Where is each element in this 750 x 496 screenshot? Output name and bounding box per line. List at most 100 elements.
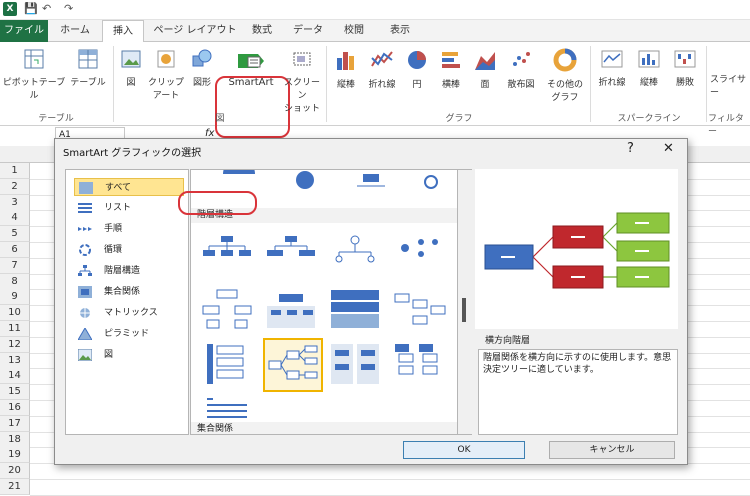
row-header[interactable]: 11 xyxy=(0,321,30,337)
category-matrix[interactable]: マトリックス xyxy=(74,304,184,322)
row-header[interactable]: 13 xyxy=(0,352,30,369)
screenshot-button[interactable]: スクリーン ショット xyxy=(280,48,324,114)
row-header[interactable]: 18 xyxy=(0,431,30,448)
quick-access-toolbar: X 💾 ↶ ↷ xyxy=(0,0,750,20)
section-header-relationship: 集合関係 xyxy=(191,422,457,434)
save-icon[interactable]: 💾 xyxy=(24,2,38,15)
shapes-button[interactable]: 図形 xyxy=(188,48,216,88)
category-list-item[interactable]: リスト xyxy=(74,199,184,217)
sparkline-line-button[interactable]: 折れ線 xyxy=(594,48,630,88)
slicer-button[interactable]: スライサー xyxy=(710,72,750,98)
category-cycle[interactable]: 循環 xyxy=(74,241,184,259)
hierarchy-highlight-circle xyxy=(178,191,257,215)
tab-insert[interactable]: 挿入 xyxy=(102,20,144,43)
gallery-item[interactable] xyxy=(327,232,383,280)
gallery-item[interactable] xyxy=(199,286,255,334)
cancel-button[interactable]: キャンセル xyxy=(549,441,675,459)
gallery-item[interactable] xyxy=(327,286,383,334)
sparkline-column-button[interactable]: 縦棒 xyxy=(632,48,666,88)
sparkline-column-icon xyxy=(638,50,660,68)
gallery-item[interactable] xyxy=(327,340,383,388)
tab-home[interactable]: ホーム xyxy=(52,20,98,42)
category-all[interactable]: すべて xyxy=(74,178,184,196)
row-header[interactable]: 5 xyxy=(0,226,30,243)
layout-description: 階層関係を横方向に示すのに使用します。意思決定ツリーに適しています。 xyxy=(478,349,678,435)
scatter-chart-icon xyxy=(513,52,530,66)
row-header[interactable]: 16 xyxy=(0,400,30,416)
gallery-item[interactable] xyxy=(263,286,319,334)
row-header[interactable]: 6 xyxy=(0,242,30,258)
gallery-item[interactable] xyxy=(263,232,319,280)
scrollbar-thumb[interactable] xyxy=(462,298,466,322)
scatter-chart-button[interactable]: 散布図 xyxy=(502,48,540,90)
category-process[interactable]: 手順 xyxy=(74,220,184,238)
category-picture[interactable]: 図 xyxy=(74,346,184,364)
tab-file[interactable]: ファイル xyxy=(0,20,48,42)
tab-review[interactable]: 校閲 xyxy=(336,20,372,42)
undo-icon[interactable]: ↶ xyxy=(42,2,51,15)
clipart-icon xyxy=(157,50,175,68)
category-pyramid[interactable]: ピラミッド xyxy=(74,325,184,343)
pie-chart-button[interactable]: 円 xyxy=(402,48,432,90)
gallery-item[interactable] xyxy=(277,170,333,196)
category-list: すべて リスト 手順 循環 階層構造 集合関係 マトリックス ピラミッド 図 xyxy=(65,169,189,435)
grid-line xyxy=(30,479,750,480)
line-chart-button[interactable]: 折れ線 xyxy=(364,48,400,90)
column-chart-icon xyxy=(337,52,354,70)
row-header[interactable]: 17 xyxy=(0,415,30,432)
gallery-item-horizontal-hierarchy[interactable] xyxy=(263,338,323,392)
gallery-scrollbar[interactable] xyxy=(458,169,472,435)
ribbon-separator xyxy=(326,46,327,122)
layout-thumbnail xyxy=(267,236,315,256)
group-label-table: テーブル xyxy=(38,114,74,124)
bar-chart-button[interactable]: 横棒 xyxy=(434,48,468,90)
gallery-item[interactable] xyxy=(391,340,447,388)
sparkline-winloss-button[interactable]: 勝敗 xyxy=(668,48,702,88)
area-chart-button[interactable]: 面 xyxy=(470,48,500,90)
row-header[interactable]: 8 xyxy=(0,273,30,290)
group-label-sparkline: スパークライン xyxy=(617,114,681,124)
row-header[interactable]: 20 xyxy=(0,463,30,480)
row-header[interactable]: 4 xyxy=(0,210,30,227)
row-header[interactable]: 10 xyxy=(0,305,30,322)
tab-formulas[interactable]: 数式 xyxy=(244,20,280,42)
row-header[interactable]: 14 xyxy=(0,368,30,385)
row-header[interactable]: 21 xyxy=(0,479,30,495)
row-header[interactable]: 2 xyxy=(0,178,30,195)
tab-page-layout[interactable]: ページ レイアウト xyxy=(152,20,238,42)
pivot-table-button[interactable]: ピボットテーブル xyxy=(2,48,66,101)
tab-data[interactable]: データ xyxy=(288,20,328,42)
preview-pane xyxy=(475,169,678,329)
gallery-item[interactable] xyxy=(343,170,399,196)
close-icon[interactable]: ✕ xyxy=(663,141,674,156)
gallery-item[interactable] xyxy=(199,232,255,280)
table-button[interactable]: テーブル xyxy=(68,48,108,88)
help-icon[interactable]: ? xyxy=(627,141,634,156)
column-chart-button[interactable]: 縦棒 xyxy=(330,48,362,90)
layout-thumbnail xyxy=(395,344,438,375)
gallery-item[interactable] xyxy=(199,340,255,388)
gallery-item[interactable] xyxy=(403,170,457,196)
excel-app-icon: X xyxy=(3,2,17,16)
row-header[interactable]: 15 xyxy=(0,384,30,401)
gallery-item[interactable] xyxy=(391,286,447,334)
layout-thumbnail xyxy=(357,174,385,187)
clipart-button[interactable]: クリップ アート xyxy=(148,48,184,101)
row-header[interactable]: 1 xyxy=(0,163,30,179)
row-header[interactable]: 3 xyxy=(0,194,30,211)
category-hierarchy[interactable]: 階層構造 xyxy=(74,262,184,280)
redo-icon[interactable]: ↷ xyxy=(64,2,73,15)
row-header[interactable]: 12 xyxy=(0,336,30,353)
row-header[interactable]: 9 xyxy=(0,289,30,306)
layout-thumbnail xyxy=(335,235,375,263)
category-relationship[interactable]: 集合関係 xyxy=(74,283,184,301)
row-header[interactable]: 7 xyxy=(0,257,30,274)
group-label-filter: フィルター xyxy=(708,114,744,137)
row-header[interactable]: 19 xyxy=(0,447,30,464)
other-charts-button[interactable]: その他の グラフ xyxy=(542,48,588,103)
ok-button[interactable]: OK xyxy=(403,441,525,459)
shapes-icon xyxy=(192,49,212,67)
gallery-item[interactable] xyxy=(391,232,447,280)
tab-view[interactable]: 表示 xyxy=(382,20,418,42)
picture-button[interactable]: 図 xyxy=(118,48,144,88)
